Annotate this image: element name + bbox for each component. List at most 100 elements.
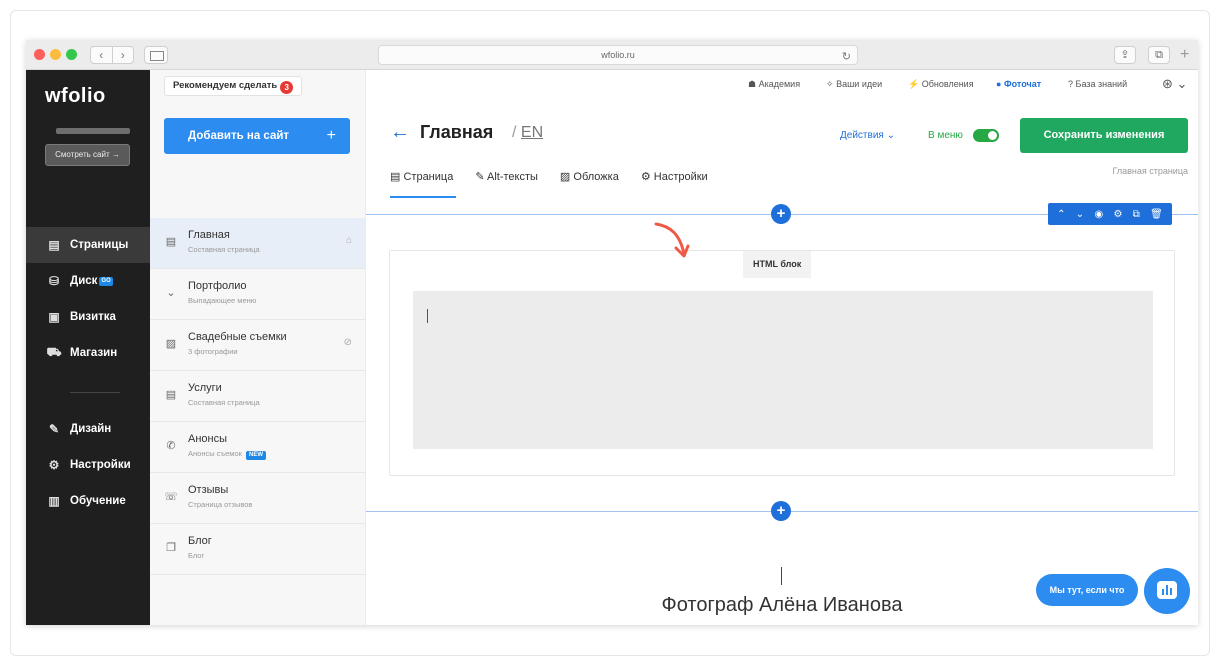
disk-icon: ⛁	[48, 274, 60, 288]
new-tab-icon[interactable]: +	[1180, 46, 1189, 64]
page-title: Главная	[188, 229, 230, 241]
move-down-icon[interactable]: ⌄	[1076, 209, 1084, 220]
sidebar-item-label: Настройки	[70, 459, 131, 471]
tab-alt-texts[interactable]: ✎ Alt-тексты	[475, 170, 538, 192]
pages-panel: Рекомендуем сделать 3 Добавить на сайт + …	[150, 70, 366, 625]
forward-icon[interactable]: ›	[113, 47, 134, 63]
lang-link[interactable]: EN	[521, 124, 543, 141]
sidebar-item-shop[interactable]: ⛟ Магазин	[26, 335, 150, 371]
top-link-label: Ваши идеи	[836, 79, 883, 89]
home-icon: ⌂	[345, 235, 352, 246]
move-up-icon[interactable]: ⌃	[1057, 209, 1065, 220]
top-link-updates[interactable]: ⚡ Обновления	[908, 79, 974, 90]
gear-icon[interactable]: ⚙	[1113, 209, 1122, 220]
browser-window: ‹ › wfolio.ru ↻ ⇪ ⧉ + wfolio Смотреть са…	[26, 40, 1198, 625]
top-link-label: Фоточат	[1003, 79, 1042, 89]
text-cursor	[427, 309, 428, 323]
minimize-window-button[interactable]	[50, 49, 61, 60]
book-icon: ▥	[48, 494, 60, 508]
top-link-label: База знаний	[1075, 79, 1128, 89]
new-badge: NEW	[246, 451, 266, 460]
photochat-icon: ●	[996, 79, 1002, 89]
sidebar-item-learning[interactable]: ▥ Обучение	[26, 483, 150, 519]
page-title: Главная	[420, 122, 494, 142]
plus-icon: +	[326, 127, 336, 144]
main-sidebar: wfolio Смотреть сайт → ▤ Страницы ⛁ Диск…	[26, 70, 150, 625]
page-title: Отзывы	[188, 484, 229, 496]
share-icon[interactable]: ⇪	[1114, 46, 1136, 64]
page-subtitle: Составная страница	[188, 245, 260, 254]
annotation-arrow-icon	[654, 222, 690, 258]
page-subtitle: Выпадающее меню	[188, 296, 257, 305]
html-block: HTML блок	[389, 250, 1175, 476]
palette-icon[interactable]: ◉	[1094, 209, 1103, 220]
save-changes-button[interactable]: Сохранить изменения	[1020, 118, 1188, 153]
sidebar-item-label: Диск	[70, 275, 98, 287]
page-item-portfolio[interactable]: ⌄ Портфолио Выпадающее меню	[150, 269, 366, 320]
sidebar-toggle-icon[interactable]	[144, 46, 168, 64]
recommend-button[interactable]: Рекомендуем сделать 3	[164, 76, 303, 96]
add-block-button[interactable]: +	[771, 501, 791, 521]
actions-dropdown[interactable]: Действия ⌄	[840, 130, 895, 141]
lightbulb-icon: ✧	[826, 79, 834, 89]
view-site-button[interactable]: Смотреть сайт →	[45, 144, 130, 166]
tab-label: Alt-тексты	[487, 171, 538, 183]
tab-cover[interactable]: ▨ Обложка	[560, 170, 619, 192]
page-title: Свадебные съемки	[188, 331, 287, 343]
chat-button[interactable]	[1144, 568, 1190, 614]
recommend-label: Рекомендуем сделать	[173, 80, 278, 91]
site-name-placeholder	[56, 128, 130, 134]
avatar[interactable]: ⊛ ⌄	[1162, 76, 1187, 92]
image-icon: ▨	[165, 338, 177, 350]
html-code-input[interactable]	[413, 291, 1153, 449]
sidebar-item-label: Дизайн	[70, 423, 112, 435]
logo[interactable]: wfolio	[45, 85, 106, 108]
trash-icon[interactable]: 🗑	[1150, 209, 1163, 220]
maximize-window-button[interactable]	[66, 49, 77, 60]
top-link-photochat[interactable]: ● Фоточат	[996, 79, 1041, 89]
page-item-blog[interactable]: ❐ Блог Блог	[150, 524, 366, 575]
add-block-button[interactable]: +	[771, 204, 791, 224]
sidebar-divider	[70, 392, 120, 393]
page-subtitle: Страница отзывов	[188, 500, 253, 509]
tab-label: Страница	[403, 171, 454, 183]
editor-tabs: ▤ Страница ✎ Alt-тексты ▨ Обложка ⚙ Наст…	[390, 170, 730, 192]
edit-icon: ✎	[475, 171, 485, 183]
top-link-knowledge-base[interactable]: ? База знаний	[1068, 79, 1127, 89]
address-bar[interactable]: wfolio.ru ↻	[378, 45, 858, 65]
academy-icon: ☗	[748, 79, 757, 89]
top-links-bar: ☗ Академия ✧ Ваши идеи ⚡ Обновления ● Фо…	[366, 70, 1198, 100]
sidebar-item-pages[interactable]: ▤ Страницы	[26, 227, 150, 263]
sidebar-item-card[interactable]: ▣ Визитка	[26, 299, 150, 335]
sidebar-item-settings[interactable]: ⚙ Настройки	[26, 447, 150, 483]
back-arrow-icon[interactable]: ←	[390, 122, 410, 142]
page-item-announcements[interactable]: ✆ Анонсы Анонсы съемок NEW	[150, 422, 366, 473]
close-window-button[interactable]	[34, 49, 45, 60]
chevron-down-icon[interactable]: ⌄	[164, 286, 178, 299]
duplicate-icon[interactable]: ⧉	[1133, 209, 1140, 220]
tabs-icon[interactable]: ⧉	[1148, 46, 1170, 64]
top-link-ideas[interactable]: ✧ Ваши идеи	[826, 79, 882, 90]
in-menu-toggle[interactable]	[973, 129, 999, 142]
in-menu-label: В меню	[928, 130, 963, 141]
language-switch[interactable]: / EN	[512, 124, 543, 142]
help-icon: ?	[1068, 79, 1074, 89]
tab-settings[interactable]: ⚙ Настройки	[641, 170, 708, 192]
chat-tooltip[interactable]: Мы тут, если что	[1036, 574, 1138, 606]
page-type-label: Главная страница	[1112, 166, 1188, 176]
page-item-services[interactable]: ▤ Услуги Составная страница	[150, 371, 366, 422]
sidebar-item-design[interactable]: ✎ Дизайн	[26, 411, 150, 447]
tab-page[interactable]: ▤ Страница	[390, 170, 453, 192]
page-icon: ▤	[165, 236, 177, 248]
browser-toolbar: ‹ › wfolio.ru ↻ ⇪ ⧉ +	[26, 40, 1198, 70]
add-to-site-button[interactable]: Добавить на сайт +	[164, 118, 350, 154]
back-icon[interactable]: ‹	[91, 47, 113, 63]
reload-icon[interactable]: ↻	[842, 48, 851, 66]
page-item-home[interactable]: ▤ Главная Составная страница ⌂	[150, 218, 366, 269]
page-item-reviews[interactable]: ☏ Отзывы Страница отзывов	[150, 473, 366, 524]
tab-label: Настройки	[653, 171, 708, 183]
page-item-wedding[interactable]: ▨ Свадебные съемки 3 фотографии ⊘	[150, 320, 366, 371]
top-link-academy[interactable]: ☗ Академия	[748, 79, 800, 90]
sidebar-item-disk[interactable]: ⛁ Диск GO	[26, 263, 150, 299]
editor-area: ☗ Академия ✧ Ваши идеи ⚡ Обновления ● Фо…	[366, 70, 1198, 625]
